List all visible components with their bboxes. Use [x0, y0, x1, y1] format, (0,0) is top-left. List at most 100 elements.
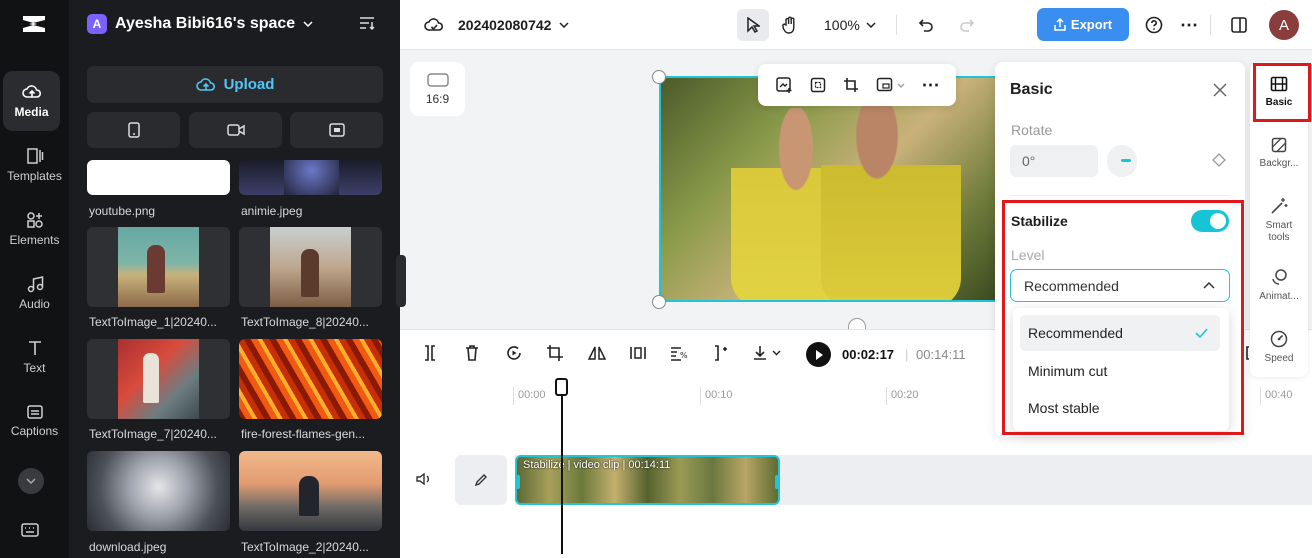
capcut-logo-icon — [19, 12, 49, 36]
panel-title: Basic — [1010, 81, 1053, 98]
space-selector[interactable]: A Ayesha Bibi616's space — [87, 12, 313, 36]
media-thumbnail[interactable] — [87, 451, 230, 531]
nav-audio[interactable]: Audio — [0, 263, 69, 323]
more-nav-button[interactable] — [18, 468, 44, 494]
keyboard-shortcuts-button[interactable] — [21, 522, 39, 538]
download-icon — [754, 346, 766, 360]
nav-elements-label: Elements — [9, 233, 60, 247]
help-icon — [1145, 16, 1163, 34]
nav-templates[interactable]: Templates — [0, 135, 69, 195]
media-thumbnail[interactable] — [239, 227, 382, 307]
media-thumbnail[interactable] — [87, 227, 230, 307]
clip-trim-handle-right[interactable] — [775, 475, 778, 489]
rail-smart-tools[interactable]: Smart tools — [1250, 197, 1308, 244]
export-button[interactable]: Export — [1037, 8, 1129, 41]
video-camera-icon — [226, 124, 245, 136]
speed-percent-icon[interactable]: % — [669, 344, 689, 362]
user-avatar[interactable]: A — [1269, 10, 1299, 40]
hand-icon — [782, 16, 795, 34]
more-options-icon[interactable]: ⋯ — [922, 75, 940, 96]
current-time: 00:02:17 — [842, 347, 895, 362]
nav-text[interactable]: Text — [0, 327, 69, 387]
aspect-ratio-label: 16:9 — [425, 91, 450, 106]
upload-from-phone-button[interactable] — [87, 112, 180, 148]
crop-icon[interactable] — [546, 344, 564, 362]
nav-media[interactable]: Media — [3, 71, 60, 131]
rotate-input[interactable]: 0° — [1010, 145, 1098, 177]
aspect-ratio-button[interactable]: 16:9 — [410, 62, 465, 116]
media-file-name: animie.jpeg — [241, 204, 303, 218]
flip-icon[interactable] — [587, 344, 607, 362]
redo-icon — [960, 19, 975, 32]
chevron-down-icon — [26, 478, 36, 484]
select-tool-button[interactable] — [737, 9, 769, 41]
media-thumbnail[interactable] — [87, 339, 230, 419]
media-thumbnail[interactable] — [239, 339, 382, 419]
clip-trim-handle-left[interactable] — [517, 475, 520, 489]
replace-dropdown[interactable] — [876, 77, 905, 93]
redo-button[interactable] — [956, 0, 978, 50]
export-share-icon — [1054, 18, 1066, 31]
video-preview[interactable] — [659, 76, 999, 302]
add-frame-icon[interactable] — [775, 76, 793, 94]
rotate-dial[interactable] — [1107, 145, 1137, 177]
magic-wand-icon — [1271, 198, 1288, 214]
media-file-name: youtube.png — [89, 204, 156, 218]
text-t-icon — [28, 341, 41, 355]
pencil-icon — [474, 474, 487, 487]
upload-button[interactable]: Upload — [87, 66, 383, 103]
sort-button[interactable] — [359, 16, 375, 30]
mute-track-button[interactable] — [416, 472, 432, 486]
play-button[interactable] — [806, 342, 831, 367]
close-panel-button[interactable] — [1213, 83, 1227, 97]
project-name: 202402080742 — [458, 17, 552, 33]
divider — [896, 15, 897, 35]
resize-handle[interactable] — [652, 70, 666, 84]
rail-label: Speed — [1264, 353, 1294, 364]
download-dropdown[interactable] — [752, 344, 781, 362]
replace-media-icon — [876, 77, 892, 92]
media-panel: A Ayesha Bibi616's space Upload youtube.… — [69, 0, 400, 558]
rail-speed[interactable]: Speed — [1250, 330, 1308, 365]
more-options-icon[interactable]: ⋯ — [1178, 0, 1200, 50]
media-thumbnail[interactable] — [239, 160, 382, 195]
undo-button[interactable] — [915, 0, 937, 50]
freeze-frame-icon[interactable] — [628, 344, 648, 362]
toggle-panel-button[interactable] — [1228, 0, 1250, 50]
media-thumbnail[interactable] — [239, 451, 382, 531]
resize-handle[interactable] — [652, 295, 666, 309]
nav-elements[interactable]: Elements — [0, 199, 69, 259]
clip-label: Stabilize | video clip | 00:14:11 — [523, 459, 671, 471]
crop-icon[interactable] — [843, 77, 859, 93]
templates-icon — [26, 148, 43, 164]
hand-tool-button[interactable] — [778, 0, 802, 50]
rail-animation[interactable]: Animat... — [1250, 268, 1308, 303]
keyframe-button[interactable] — [1212, 153, 1226, 167]
video-clip[interactable]: Stabilize | video clip | 00:14:11 — [515, 455, 780, 505]
trash-icon[interactable] — [464, 344, 480, 362]
playhead[interactable] — [561, 379, 563, 554]
record-screen-button[interactable] — [290, 112, 383, 148]
media-thumbnail[interactable] — [87, 160, 230, 195]
edit-cover-button[interactable] — [455, 455, 507, 505]
timeline-tick: 00:20 — [891, 389, 919, 401]
help-button[interactable] — [1143, 0, 1165, 50]
focus-frame-icon[interactable] — [810, 77, 826, 93]
split-icon[interactable] — [422, 344, 438, 362]
time-separator: | — [905, 347, 909, 362]
rail-background[interactable]: Backgr... — [1250, 137, 1308, 170]
sort-icon — [360, 17, 375, 30]
project-name-dropdown[interactable]: 202402080742 — [458, 0, 569, 50]
zoom-dropdown[interactable]: 100% — [824, 0, 876, 50]
rail-label: Backgr... — [1259, 158, 1299, 169]
trim-marker-icon[interactable] — [712, 344, 730, 362]
left-nav: Media Templates Elements Audio Text Capt… — [0, 0, 69, 558]
reverse-play-icon[interactable] — [505, 344, 523, 362]
aspect-ratio-icon — [426, 72, 449, 87]
playhead-knob[interactable] — [555, 378, 568, 396]
timeline-tick: 00:40 — [1265, 389, 1293, 401]
nav-captions[interactable]: Captions — [0, 391, 69, 451]
record-video-button[interactable] — [189, 112, 282, 148]
chevron-down-icon — [559, 22, 569, 28]
panel-collapse-handle[interactable] — [396, 255, 406, 307]
